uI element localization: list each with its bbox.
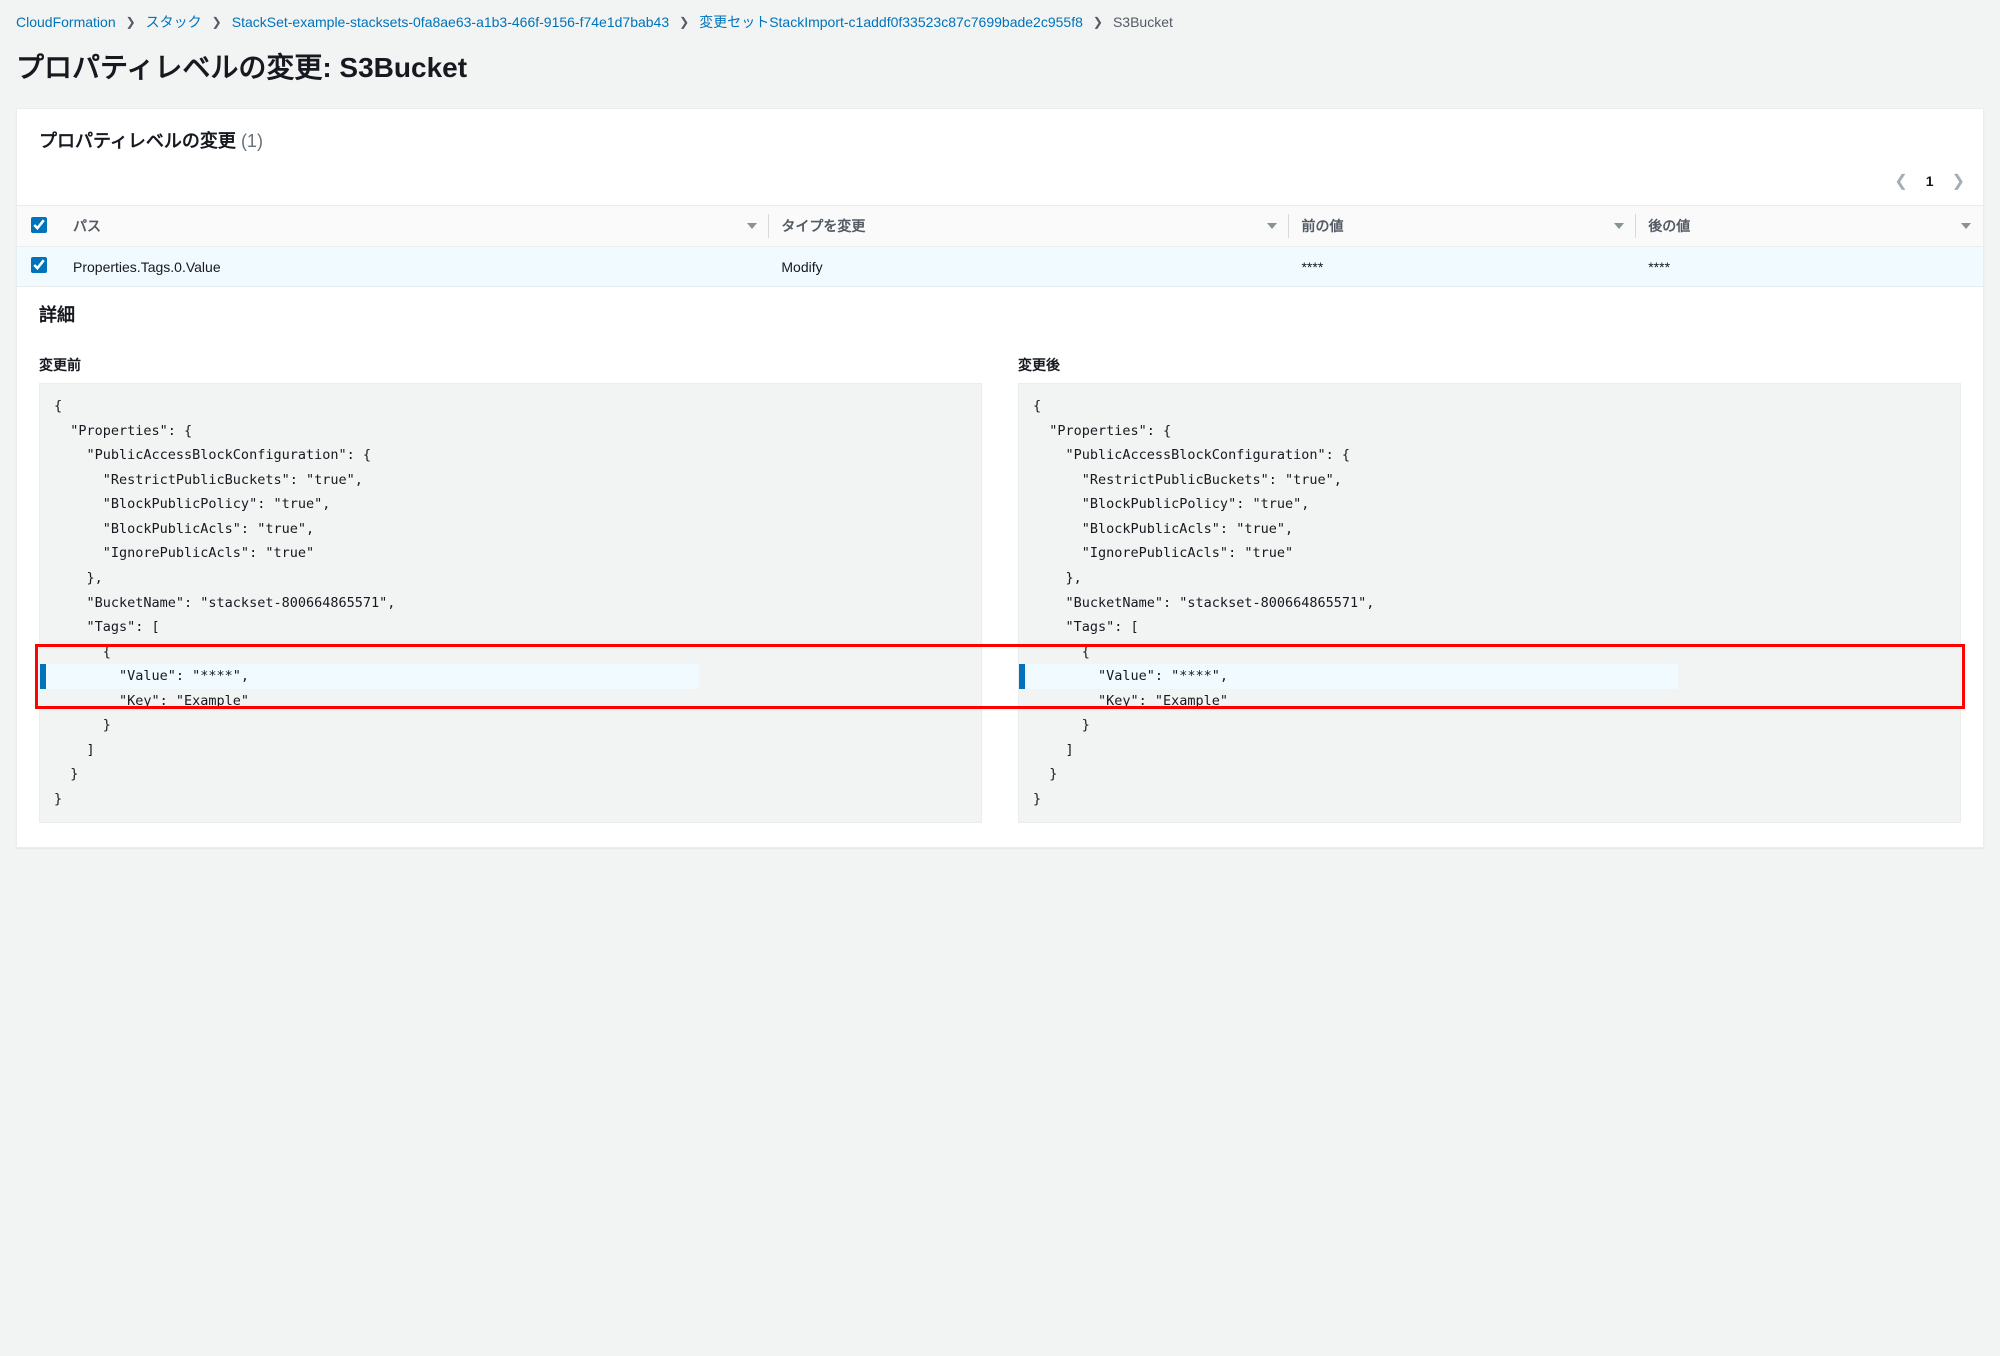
code-line: "Key": "Example"	[40, 689, 981, 714]
diff-before-label: 変更前	[39, 355, 982, 375]
chevron-right-icon: ❯	[679, 15, 689, 29]
code-line: "PublicAccessBlockConfiguration": {	[40, 443, 981, 468]
details-section: 詳細 変更前 { "Properties": { "PublicAccessBl…	[17, 287, 1983, 847]
breadcrumb: CloudFormation ❯ スタック ❯ StackSet-example…	[16, 12, 1984, 32]
code-line: {	[1019, 394, 1960, 419]
code-line: ]	[1019, 738, 1960, 763]
code-line: "IgnorePublicAcls": "true"	[40, 541, 981, 566]
header-change-type[interactable]: タイプを変更	[769, 206, 1289, 247]
filter-icon[interactable]	[747, 223, 757, 229]
chevron-right-icon: ❯	[212, 15, 222, 29]
select-all-checkbox[interactable]	[31, 217, 47, 233]
filter-icon[interactable]	[1267, 223, 1277, 229]
code-line: "RestrictPublicBuckets": "true",	[1019, 468, 1960, 493]
diff-after-column: 変更後 { "Properties": { "PublicAccessBlock…	[1018, 355, 1961, 823]
code-line: },	[40, 566, 981, 591]
cell-change-type: Modify	[769, 247, 1289, 287]
header-after[interactable]: 後の値	[1636, 206, 1983, 247]
breadcrumb-current: S3Bucket	[1113, 14, 1173, 30]
code-line: "IgnorePublicAcls": "true"	[1019, 541, 1960, 566]
code-line: "Key": "Example"	[1019, 689, 1960, 714]
diff-columns: 変更前 { "Properties": { "PublicAccessBlock…	[39, 355, 1961, 823]
table-row[interactable]: Properties.Tags.0.Value Modify **** ****	[17, 247, 1983, 287]
pagination-next-icon[interactable]: ❯	[1952, 171, 1965, 191]
code-line: "PublicAccessBlockConfiguration": {	[1019, 443, 1960, 468]
header-path-label: パス	[73, 216, 101, 236]
code-line: "Value": "****",	[1019, 664, 1678, 689]
code-line: ]	[40, 738, 981, 763]
code-line: "Properties": {	[40, 419, 981, 444]
code-line: "BlockPublicAcls": "true",	[40, 517, 981, 542]
code-block-before: { "Properties": { "PublicAccessBlockConf…	[39, 383, 982, 823]
code-line: }	[1019, 713, 1960, 738]
code-block-after: { "Properties": { "PublicAccessBlockConf…	[1018, 383, 1961, 823]
code-line: {	[1019, 640, 1960, 665]
panel-title-text: プロパティレベルの変更	[39, 131, 236, 151]
code-line: "BucketName": "stackset-800664865571",	[40, 591, 981, 616]
header-after-label: 後の値	[1648, 216, 1690, 236]
pagination: ❮ 1 ❯	[17, 163, 1983, 205]
code-line: }	[1019, 762, 1960, 787]
code-line: {	[40, 640, 981, 665]
panel-header: プロパティレベルの変更 (1)	[17, 109, 1983, 163]
code-line: "RestrictPublicBuckets": "true",	[40, 468, 981, 493]
breadcrumb-link-cloudformation[interactable]: CloudFormation	[16, 14, 116, 30]
header-path[interactable]: パス	[61, 206, 769, 247]
code-line: }	[40, 762, 981, 787]
code-line: "Properties": {	[1019, 419, 1960, 444]
header-before[interactable]: 前の値	[1289, 206, 1636, 247]
breadcrumb-link-changeset[interactable]: 変更セットStackImport-c1addf0f33523c87c7699ba…	[699, 12, 1083, 32]
code-line: "BlockPublicPolicy": "true",	[40, 492, 981, 517]
chevron-right-icon: ❯	[126, 15, 136, 29]
breadcrumb-link-stackset[interactable]: StackSet-example-stacksets-0fa8ae63-a1b3…	[232, 14, 669, 30]
header-change-type-label: タイプを変更	[781, 216, 865, 236]
header-before-label: 前の値	[1301, 216, 1343, 236]
pagination-page-number: 1	[1926, 173, 1934, 189]
code-line: "Tags": [	[40, 615, 981, 640]
changes-table: パス タイプを変更 前の値	[17, 205, 1983, 287]
chevron-right-icon: ❯	[1093, 15, 1103, 29]
code-line: "BucketName": "stackset-800664865571",	[1019, 591, 1960, 616]
diff-before-column: 変更前 { "Properties": { "PublicAccessBlock…	[39, 355, 982, 823]
code-line: },	[1019, 566, 1960, 591]
header-select-all[interactable]	[17, 206, 61, 247]
filter-icon[interactable]	[1961, 223, 1971, 229]
code-line: {	[40, 394, 981, 419]
row-checkbox[interactable]	[31, 257, 47, 273]
cell-after: ****	[1636, 247, 1983, 287]
pagination-prev-icon[interactable]: ❮	[1894, 171, 1907, 191]
code-line: "Value": "****",	[40, 664, 699, 689]
code-line: }	[40, 787, 981, 812]
page-title: プロパティレベルの変更: S3Bucket	[16, 46, 1984, 86]
filter-icon[interactable]	[1614, 223, 1624, 229]
changes-panel: プロパティレベルの変更 (1) ❮ 1 ❯ パス	[16, 108, 1984, 848]
panel-count: (1)	[241, 131, 263, 151]
code-line: }	[1019, 787, 1960, 812]
code-line: "BlockPublicPolicy": "true",	[1019, 492, 1960, 517]
details-title: 詳細	[39, 301, 1961, 327]
code-line: "BlockPublicAcls": "true",	[1019, 517, 1960, 542]
code-line: }	[40, 713, 981, 738]
diff-after-label: 変更後	[1018, 355, 1961, 375]
cell-before: ****	[1289, 247, 1636, 287]
code-line: "Tags": [	[1019, 615, 1960, 640]
cell-path: Properties.Tags.0.Value	[61, 247, 769, 287]
breadcrumb-link-stacks[interactable]: スタック	[146, 12, 202, 32]
